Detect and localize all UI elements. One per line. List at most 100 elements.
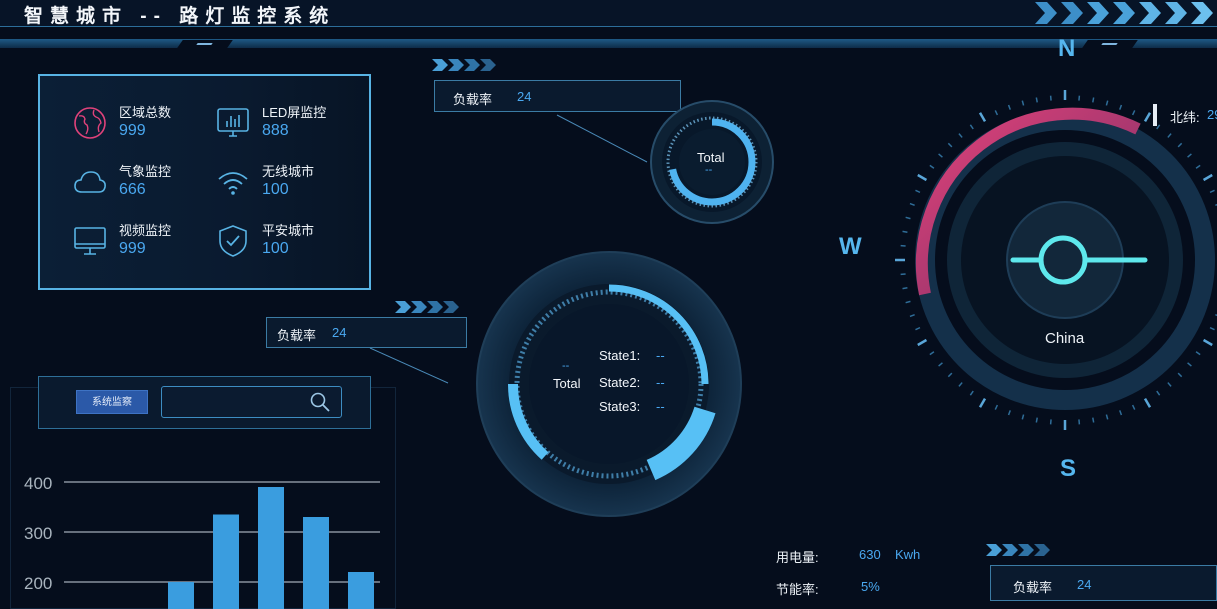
stat-label: 区域总数 xyxy=(119,105,172,120)
bar-chart: 200 300 400 xyxy=(24,474,380,609)
load-rate-box: 负载率 24 xyxy=(266,317,467,348)
stat-weather-monitor: 气象监控 666 xyxy=(73,161,223,211)
stat-safe-city: 平安城市 100 xyxy=(216,220,366,270)
compass-tick xyxy=(1007,104,1011,110)
compass-tick xyxy=(1092,417,1095,423)
stat-label: 视频监控 xyxy=(119,223,172,238)
compass-dial xyxy=(895,90,1217,430)
divider-notch xyxy=(177,40,233,48)
compass-tick xyxy=(1195,351,1201,356)
compass-tick xyxy=(1202,338,1213,347)
display-icon xyxy=(74,227,106,255)
stat-video-monitor: 视频监控 999 xyxy=(73,220,223,270)
wifi-icon xyxy=(218,172,248,195)
y-tick-label: 300 xyxy=(24,524,52,543)
system-monitor-button[interactable]: 系统监察 xyxy=(76,390,148,414)
stat-label: 平安城市 xyxy=(262,223,315,238)
compass-tick xyxy=(1105,414,1109,420)
compass-tick xyxy=(994,110,999,116)
compass-tick xyxy=(1119,410,1123,416)
compass-tick xyxy=(905,216,911,220)
load-rate-value: 24 xyxy=(517,89,532,104)
latitude-label: 北纬: xyxy=(1170,110,1200,125)
compass-tick xyxy=(1021,414,1025,420)
compass-tick xyxy=(958,133,963,138)
state3-label: State3: xyxy=(599,399,641,414)
state3-value: -- xyxy=(656,399,665,414)
compass-tick xyxy=(1131,404,1136,410)
compass-tick xyxy=(1007,410,1011,416)
small-gauge-value: -- xyxy=(705,164,713,176)
latitude-value: 29 xyxy=(1207,107,1217,122)
stat-label: LED屏监控 xyxy=(262,105,327,120)
chart-bar xyxy=(168,582,194,609)
compass-tick xyxy=(1143,112,1152,123)
compass-tick xyxy=(938,362,943,367)
compass-tick xyxy=(929,164,935,169)
chart-bar xyxy=(348,572,374,609)
compass-tick xyxy=(902,230,908,233)
stat-value: 666 xyxy=(119,181,146,198)
compass-tick xyxy=(969,124,974,130)
connector-line xyxy=(556,114,648,163)
compass-tick xyxy=(978,397,987,408)
compass-tick xyxy=(1105,100,1109,106)
state2-label: State2: xyxy=(599,375,641,390)
compass-tick xyxy=(902,287,908,290)
chevron-decoration-icon xyxy=(1035,2,1213,24)
compass-tick xyxy=(905,300,911,304)
stat-wireless-city: 无线城市 100 xyxy=(216,161,366,211)
compass-tick xyxy=(909,314,915,318)
compass-north: N xyxy=(1058,35,1076,62)
compass-tick xyxy=(938,153,943,158)
compass-tick xyxy=(1177,142,1183,148)
compass-tick xyxy=(929,351,935,356)
load-rate-value: 24 xyxy=(1077,577,1092,592)
latitude-marker xyxy=(1153,104,1157,126)
stat-value: 999 xyxy=(119,240,146,257)
globe-icon xyxy=(74,107,106,139)
page-title: 智慧城市 -- 路灯监控系统 xyxy=(24,6,336,27)
compass-tick xyxy=(915,326,921,331)
chevron-decoration-icon xyxy=(395,301,459,313)
cloud-icon xyxy=(74,171,106,193)
compass-tick xyxy=(994,404,999,410)
load-rate-label: 负载率 xyxy=(1013,580,1053,595)
compass-tick xyxy=(909,202,915,206)
chart-bar xyxy=(258,487,284,609)
compass-tick xyxy=(1209,189,1215,194)
divider-notch xyxy=(1082,40,1138,48)
chevron-decoration-icon xyxy=(432,59,496,71)
stats-panel: 区域总数 999 LED屏监控 888 气象监控 666 无线城市 100 视频… xyxy=(38,74,371,290)
chevron-decoration-icon xyxy=(986,544,1050,556)
stat-value: 100 xyxy=(262,240,289,257)
compass-tick xyxy=(1035,97,1038,103)
compass-center-label: China xyxy=(1045,330,1085,347)
compass-tick xyxy=(978,112,987,123)
compass-tick xyxy=(958,382,963,387)
compass-tick xyxy=(969,390,974,396)
stat-led-monitor: LED屏监控 888 xyxy=(216,102,366,152)
load-rate-label: 负载率 xyxy=(453,92,493,107)
compass-tick xyxy=(1021,100,1025,106)
stat-label: 无线城市 xyxy=(262,164,315,179)
compass-tick xyxy=(1195,164,1201,169)
stat-region-count: 区域总数 999 xyxy=(73,102,223,152)
compass-tick xyxy=(1131,110,1136,116)
compass-south: S xyxy=(1060,455,1077,482)
load-rate-value: 24 xyxy=(332,325,347,340)
y-tick-label: 200 xyxy=(24,574,52,593)
compass-tick xyxy=(1187,153,1192,158)
compass-tick xyxy=(1156,124,1161,130)
compass-tick xyxy=(917,173,928,182)
compass-tick xyxy=(947,372,953,378)
compass-tick xyxy=(1167,382,1172,387)
compass-tick xyxy=(947,142,953,148)
chart-bar xyxy=(213,514,239,609)
power-usage-value: 630 xyxy=(859,547,881,562)
search-panel: 系统监察 xyxy=(38,376,371,429)
search-icon[interactable] xyxy=(310,392,330,412)
compass-tick xyxy=(917,338,928,347)
power-usage-unit: Kwh xyxy=(895,547,921,562)
compass-tick xyxy=(1202,173,1213,182)
